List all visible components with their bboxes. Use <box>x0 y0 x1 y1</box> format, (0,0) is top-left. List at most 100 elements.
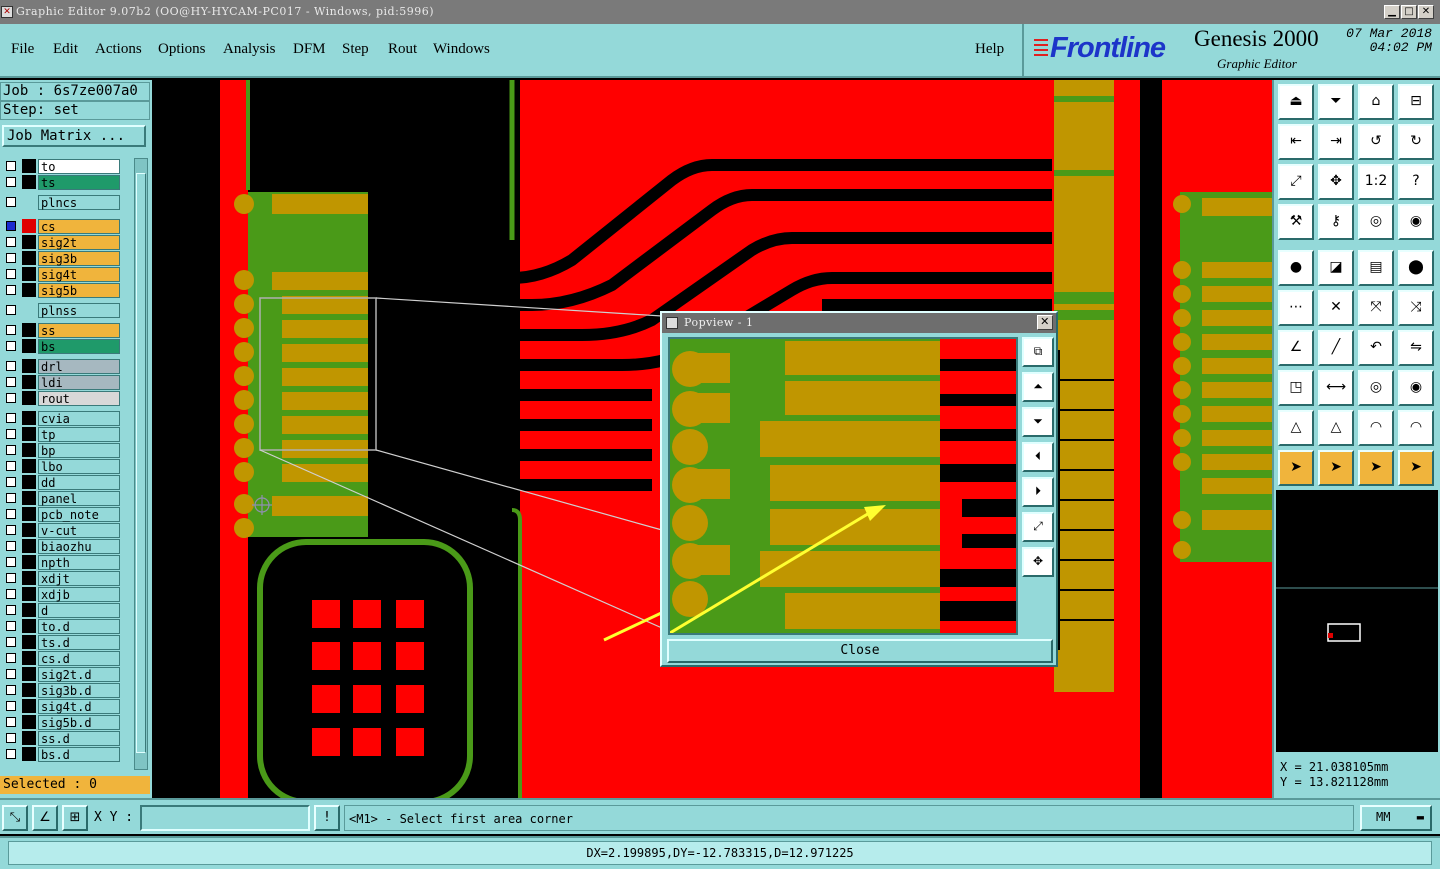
layer-name[interactable]: cs <box>38 219 120 234</box>
layer-name[interactable]: pcb_note <box>38 507 120 522</box>
layer-checkbox[interactable] <box>6 413 16 423</box>
layer-name[interactable]: rout <box>38 391 120 406</box>
point-to-point-icon[interactable]: ⤧ <box>1358 290 1394 326</box>
layer-row[interactable]: bs.d <box>2 746 132 762</box>
layer-checkbox[interactable] <box>6 161 16 171</box>
layer-name[interactable]: dd <box>38 475 120 490</box>
line-snap-icon[interactable]: ⤨ <box>1398 290 1434 326</box>
pv-down-icon[interactable]: ⏷ <box>1022 407 1054 437</box>
layer-row[interactable]: sig5b.d <box>2 714 132 730</box>
layer-checkbox[interactable] <box>6 685 16 695</box>
layer-name[interactable]: sig5b.d <box>38 715 120 730</box>
pv-zoom-fit-icon[interactable]: ⤢ <box>1022 512 1054 542</box>
layer-name[interactable]: cs.d <box>38 651 120 666</box>
layer-checkbox[interactable] <box>6 305 16 315</box>
layer-row[interactable]: npth <box>2 554 132 570</box>
layer-checkbox[interactable] <box>6 393 16 403</box>
layer-checkbox[interactable] <box>6 509 16 519</box>
layer-checkbox[interactable] <box>6 341 16 351</box>
layer-checkbox[interactable] <box>6 221 16 231</box>
layer-checkbox[interactable] <box>6 621 16 631</box>
xy-input[interactable] <box>140 805 310 831</box>
layer-name[interactable]: sig4t.d <box>38 699 120 714</box>
layer-checkbox[interactable] <box>6 637 16 647</box>
layer-checkbox[interactable] <box>6 253 16 263</box>
ruler-icon[interactable]: ▤ <box>1358 250 1394 286</box>
triangle-up-icon[interactable]: △ <box>1318 410 1354 446</box>
menu-rout[interactable]: Rout <box>388 41 417 58</box>
layer-row[interactable]: bp <box>2 442 132 458</box>
layer-checkbox[interactable] <box>6 701 16 711</box>
layer-row[interactable]: rout <box>2 390 132 406</box>
pan-right-icon[interactable]: ⇥ <box>1318 124 1354 160</box>
pv-left-icon[interactable]: ⏴ <box>1022 442 1054 472</box>
layer-row[interactable]: d <box>2 602 132 618</box>
layer-name[interactable]: ss.d <box>38 731 120 746</box>
layer-name[interactable]: npth <box>38 555 120 570</box>
home-icon[interactable]: ⌂ <box>1358 84 1394 120</box>
job-matrix-button[interactable]: Job Matrix ... <box>2 125 146 147</box>
layer-name[interactable]: to <box>38 159 120 174</box>
layer-checkbox[interactable] <box>6 177 16 187</box>
pv-up-icon[interactable]: ⏶ <box>1022 372 1054 402</box>
pointer-icon[interactable]: ➤ <box>1278 450 1314 486</box>
layer-checkbox[interactable] <box>6 461 16 471</box>
maximize-icon[interactable]: □ <box>1401 5 1417 19</box>
layer-row[interactable]: to.d <box>2 618 132 634</box>
layer-checkbox[interactable] <box>6 669 16 679</box>
layer-row[interactable]: sig5b <box>2 282 132 298</box>
layer-checkbox[interactable] <box>6 445 16 455</box>
layer-row[interactable]: pcb_note <box>2 506 132 522</box>
layer-name[interactable]: tp <box>38 427 120 442</box>
layer-row[interactable]: ldi <box>2 374 132 390</box>
layer-name[interactable]: bp <box>38 443 120 458</box>
redo-icon[interactable]: ↻ <box>1398 124 1434 160</box>
midline-icon[interactable]: ⟷ <box>1318 370 1354 406</box>
layer-name[interactable]: d <box>38 603 120 618</box>
layer-name[interactable]: lbo <box>38 459 120 474</box>
slash-icon[interactable]: ╱ <box>1318 330 1354 366</box>
layer-row[interactable]: xdjb <box>2 586 132 602</box>
layer-name[interactable]: cvia <box>38 411 120 426</box>
layer-row[interactable]: sig4t <box>2 266 132 282</box>
layer-checkbox[interactable] <box>6 557 16 567</box>
pv-copy-icon[interactable]: ⧉ <box>1022 337 1054 367</box>
layer-checkbox[interactable] <box>6 717 16 727</box>
layer-row[interactable]: to <box>2 158 132 174</box>
layer-checkbox[interactable] <box>6 285 16 295</box>
layer-row[interactable]: plncs <box>2 194 132 210</box>
pv-right-icon[interactable]: ⏵ <box>1022 477 1054 507</box>
grid-snap-icon[interactable]: ⊞ <box>62 805 88 831</box>
minimize-icon[interactable]: ▁ <box>1384 5 1400 19</box>
layer-checkbox[interactable] <box>6 541 16 551</box>
layer-name[interactable]: xdjt <box>38 571 120 586</box>
layer-row[interactable]: cvia <box>2 410 132 426</box>
layer-name[interactable]: plncs <box>38 195 120 210</box>
home-up-icon[interactable]: ⏏ <box>1278 84 1314 120</box>
arc-icon[interactable]: ↶ <box>1358 330 1394 366</box>
measure-tool-icon[interactable]: ⚒ <box>1278 204 1314 240</box>
pointer-net-icon[interactable]: ➤ <box>1398 450 1434 486</box>
layer-name[interactable]: bs.d <box>38 747 120 762</box>
layer-checkbox[interactable] <box>6 573 16 583</box>
layer-checkbox[interactable] <box>6 477 16 487</box>
zoom-fit-icon[interactable]: ⤢ <box>1278 164 1314 200</box>
layer-row[interactable]: sig3b.d <box>2 682 132 698</box>
layer-row[interactable]: sig3b <box>2 250 132 266</box>
layer-row[interactable]: panel <box>2 490 132 506</box>
one-to-one-icon[interactable]: 1:2 <box>1358 164 1394 200</box>
menu-actions[interactable]: Actions <box>95 41 142 58</box>
nodes-icon[interactable]: ⋯ <box>1278 290 1314 326</box>
layer-checkbox[interactable] <box>6 493 16 503</box>
layer-name[interactable]: plnss <box>38 303 120 318</box>
layer-checkbox[interactable] <box>6 525 16 535</box>
menu-file[interactable]: File <box>11 41 34 58</box>
menu-help[interactable]: Help <box>975 41 1004 58</box>
layer-swap-icon[interactable]: ◉ <box>1398 204 1434 240</box>
close-icon[interactable]: ✕ <box>1418 5 1434 19</box>
layer-toggle-icon[interactable]: ◎ <box>1358 204 1394 240</box>
angle-icon[interactable]: ∠ <box>1278 330 1314 366</box>
layer-name[interactable]: to.d <box>38 619 120 634</box>
layer-name[interactable]: sig3b.d <box>38 683 120 698</box>
layer-name[interactable]: drl <box>38 359 120 374</box>
